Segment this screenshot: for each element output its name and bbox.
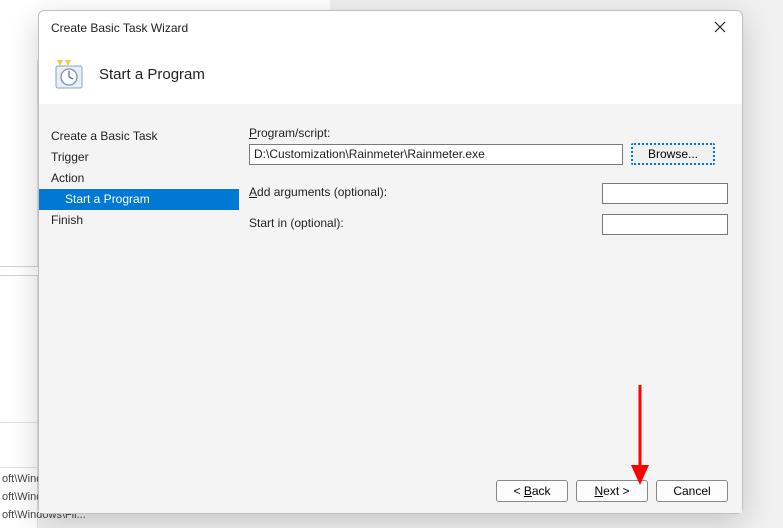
sidebar-item-action[interactable]: Action — [39, 168, 239, 189]
sidebar-item-create-task[interactable]: Create a Basic Task — [39, 126, 239, 147]
cancel-button[interactable]: Cancel — [656, 480, 728, 502]
titlebar: Create Basic Task Wizard — [39, 11, 742, 44]
background-divider — [0, 266, 38, 276]
page-title: Start a Program — [99, 66, 205, 83]
startin-label: Start in (optional): — [249, 216, 344, 230]
clock-icon — [53, 58, 85, 90]
bg-row: oft\Windows\Fli... — [0, 506, 37, 524]
wizard-dialog: Create Basic Task Wizard Start a Program… — [38, 10, 743, 514]
bg-row: oft\Windo... — [0, 470, 37, 488]
next-button[interactable]: Next > — [576, 480, 648, 502]
wizard-header: Start a Program — [39, 44, 742, 104]
bg-row: oft\Windows\U... — [0, 488, 37, 506]
back-button[interactable]: < Back — [496, 480, 568, 502]
form-area: Program/script: Browse... Add arguments … — [239, 104, 742, 469]
startin-input[interactable] — [602, 214, 728, 235]
arguments-label: Add arguments (optional): — [249, 185, 387, 199]
sidebar-item-trigger[interactable]: Trigger — [39, 147, 239, 168]
background-window-left: oft\Windo... oft\Windows\U... oft\Window… — [0, 60, 38, 528]
wizard-sidebar: Create a Basic Task Trigger Action Start… — [39, 104, 239, 469]
sidebar-item-finish[interactable]: Finish — [39, 210, 239, 231]
close-button[interactable] — [708, 16, 732, 38]
program-label: Program/script: — [249, 126, 728, 140]
program-input[interactable] — [249, 144, 623, 165]
browse-button[interactable]: Browse... — [631, 143, 715, 165]
close-icon — [714, 21, 726, 33]
titlebar-title: Create Basic Task Wizard — [51, 21, 188, 35]
sidebar-item-start-program[interactable]: Start a Program — [39, 189, 239, 210]
wizard-content: Create a Basic Task Trigger Action Start… — [39, 104, 742, 469]
wizard-footer: < Back Next > Cancel — [39, 469, 742, 513]
arguments-input[interactable] — [602, 183, 728, 204]
